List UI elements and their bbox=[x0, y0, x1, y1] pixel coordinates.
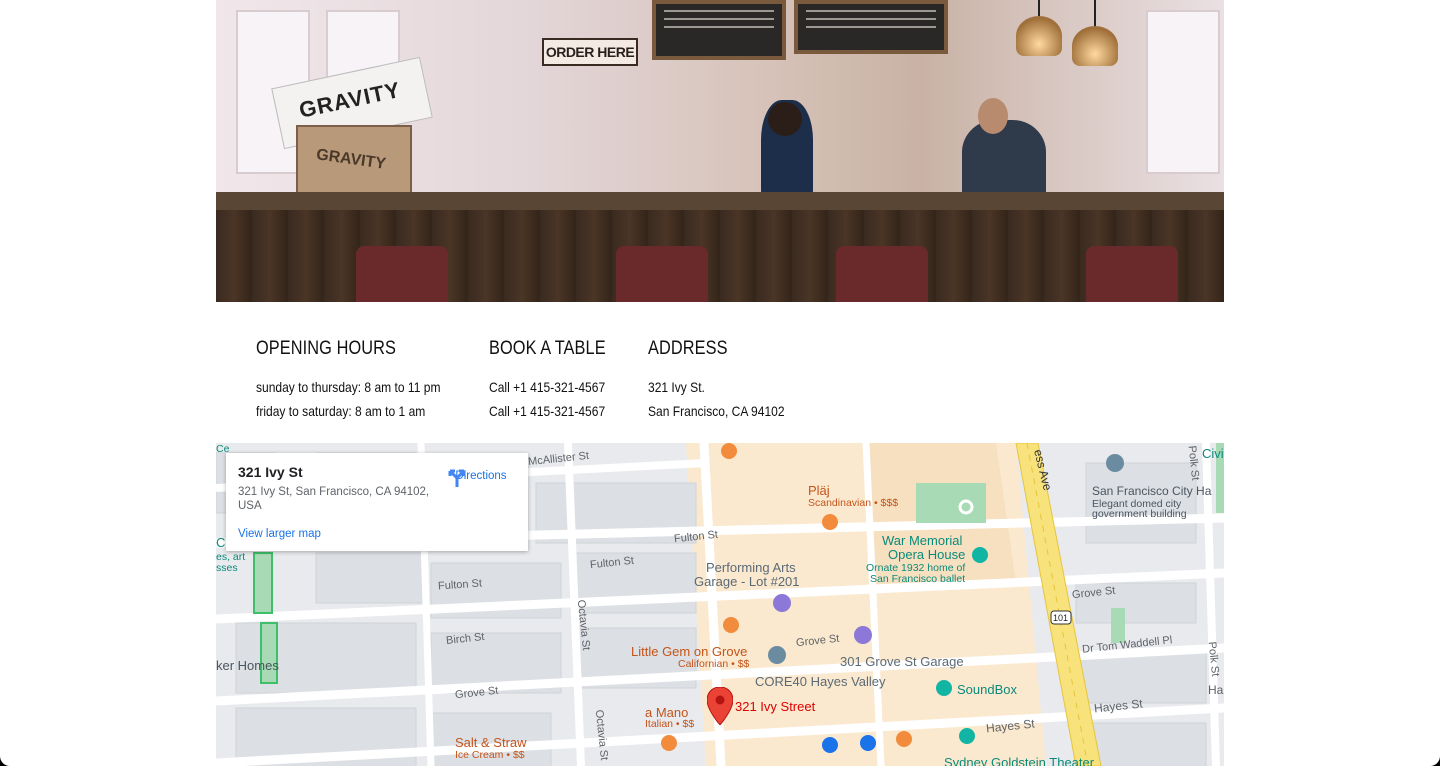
hero-menu-board bbox=[652, 0, 786, 60]
directions-button[interactable]: Directions bbox=[446, 467, 516, 487]
place-address: 321 Ivy St, San Francisco, CA 94102, USA bbox=[238, 486, 430, 512]
poi-label[interactable]: War Memorial bbox=[882, 533, 962, 548]
poi-label[interactable]: Garage - Lot #201 bbox=[694, 574, 800, 589]
opening-hours-column: OPENING HOURS sunday to thursday: 8 am t… bbox=[256, 338, 471, 423]
place-title: 321 Ivy St bbox=[238, 464, 303, 480]
hero-stool bbox=[356, 246, 448, 302]
hero-magazine-text: GRAVITY bbox=[296, 76, 403, 123]
map-info-card: 321 Ivy St 321 Ivy St, San Francisco, CA… bbox=[226, 453, 528, 551]
poi-label[interactable]: CORE40 Hayes Valley bbox=[755, 674, 886, 689]
poi-label: sses bbox=[216, 562, 238, 574]
poi-sublabel: Ice Cream • $$ bbox=[455, 749, 525, 761]
marker-label: 321 Ivy Street bbox=[735, 699, 816, 714]
opening-hours-heading: OPENING HOURS bbox=[256, 338, 397, 359]
poi-sublabel: Italian • $$ bbox=[645, 718, 695, 730]
poi-sublabel: government building bbox=[1092, 508, 1187, 520]
directions-icon bbox=[448, 469, 466, 487]
street-label: Ha bbox=[1208, 683, 1224, 697]
poi-label[interactable]: Salt & Straw bbox=[455, 735, 527, 750]
book-table-column: BOOK A TABLE Call +1 415-321-4567 Call +… bbox=[489, 338, 625, 423]
hero-counter-top bbox=[216, 192, 1224, 210]
embedded-map[interactable]: McAllister St Fulton St Fulton St Fulton… bbox=[216, 443, 1224, 766]
view-larger-map-link[interactable]: View larger map bbox=[238, 528, 321, 540]
hero-order-sign: ORDER HERE bbox=[542, 38, 638, 66]
highway-shield: 101 bbox=[1053, 613, 1069, 623]
poi-label[interactable]: Plӓj bbox=[808, 483, 830, 498]
poi-label[interactable]: SoundBox bbox=[957, 682, 1017, 697]
hero-window bbox=[1146, 10, 1220, 174]
poi-sublabel: San Francisco ballet bbox=[870, 573, 966, 585]
poi-label[interactable]: Performing Arts bbox=[706, 560, 796, 575]
hero-menu-board bbox=[794, 0, 948, 54]
page: ORDER HERE GRAVITY GRAVITY OPENING HOURS… bbox=[0, 0, 1440, 766]
hero-person-head bbox=[768, 102, 802, 136]
hero-person bbox=[962, 120, 1046, 200]
hero-cafe-image: ORDER HERE GRAVITY GRAVITY bbox=[216, 0, 1224, 302]
hero-lamp bbox=[1072, 26, 1118, 66]
poi-label[interactable]: Sydney Goldstein Theater bbox=[944, 755, 1094, 766]
phone-line[interactable]: Call +1 415-321-4567 bbox=[489, 399, 606, 423]
poi-label[interactable]: ker Homes bbox=[216, 658, 279, 673]
address-line: San Francisco, CA 94102 bbox=[648, 403, 785, 419]
hero-stool bbox=[616, 246, 708, 302]
hero-crate-text: GRAVITY bbox=[315, 146, 387, 173]
poi-label[interactable]: Opera House bbox=[888, 547, 965, 562]
phone-line[interactable]: Call +1 415-321-4567 bbox=[489, 375, 606, 399]
poi-label: C bbox=[216, 535, 226, 550]
hero-stool bbox=[836, 246, 928, 302]
book-table-heading: BOOK A TABLE bbox=[489, 338, 606, 359]
address-line: 321 Ivy St. bbox=[648, 379, 705, 395]
opening-hours-line: friday to saturday: 8 am to 1 am bbox=[256, 403, 426, 419]
hero-lamp bbox=[1016, 16, 1062, 56]
address-heading: ADDRESS bbox=[648, 338, 728, 359]
address-column: ADDRESS 321 Ivy St. San Francisco, CA 94… bbox=[648, 338, 807, 423]
poi-sublabel: Californian • $$ bbox=[678, 658, 750, 670]
poi-label[interactable]: 301 Grove St Garage bbox=[840, 654, 964, 669]
poi-label[interactable]: San Francisco City Ha bbox=[1092, 484, 1211, 498]
poi-label[interactable]: Civi bbox=[1202, 446, 1224, 461]
hero-stool bbox=[1086, 246, 1178, 302]
location-pin-icon[interactable] bbox=[707, 687, 733, 725]
poi-sublabel: Scandinavian • $$$ bbox=[808, 497, 899, 509]
hero-crate: GRAVITY bbox=[296, 125, 412, 199]
opening-hours-line: sunday to thursday: 8 am to 11 pm bbox=[256, 379, 441, 395]
hero-person-head bbox=[978, 98, 1008, 134]
poi-label[interactable]: Little Gem on Grove bbox=[631, 644, 747, 659]
